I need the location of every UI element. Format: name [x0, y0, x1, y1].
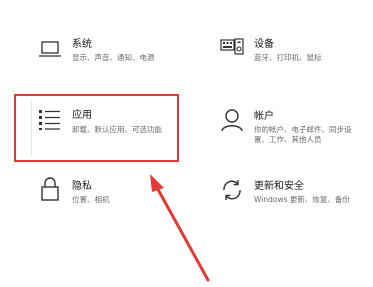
- annotation-arrow: [150, 174, 210, 282]
